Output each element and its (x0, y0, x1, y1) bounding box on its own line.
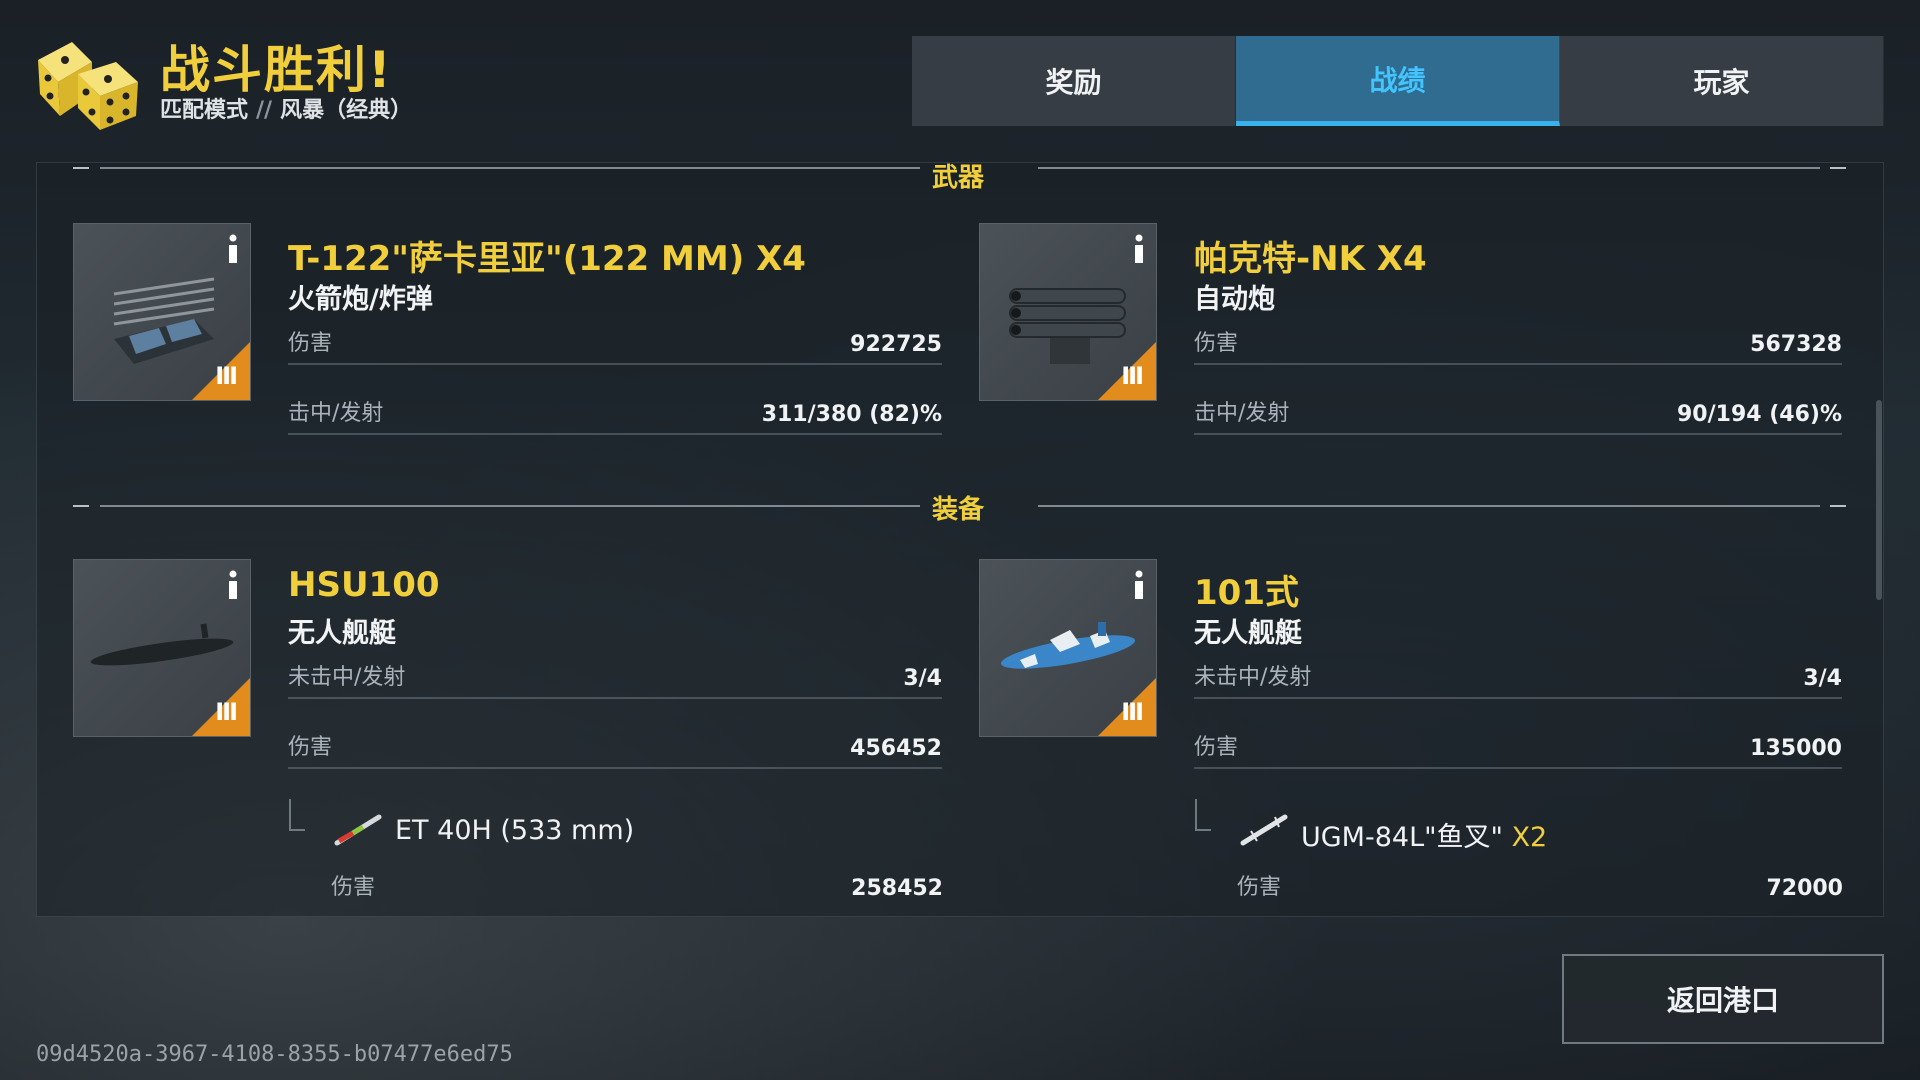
stat-row-hit-rate: 击中/发射 90/194 (46)% (1194, 395, 1842, 435)
section-title-weapons: 武器 (932, 163, 985, 193)
sub-item-name: UGM-84L"鱼叉" X2 (1301, 815, 1547, 854)
stat-label: 击中/发射 (1194, 401, 1290, 426)
stat-label: 伤害 (1194, 331, 1239, 356)
stat-label: 未击中/发射 (1194, 665, 1312, 690)
stat-row-hit-rate: 击中/发射 311/380 (82)% (288, 395, 942, 435)
equipment-thumbnail[interactable]: III (73, 559, 251, 737)
divider-line (1038, 167, 1820, 169)
stat-value: 90/194 (46)% (1677, 402, 1842, 427)
weapon-thumbnail[interactable]: III (979, 223, 1157, 401)
stat-row-damage: 伤害 456452 (288, 729, 942, 769)
divider-line (100, 167, 920, 169)
equipment-name: HSU100 (288, 565, 440, 605)
sub-item-label: ET 40H (533 mm) (395, 815, 635, 846)
stat-value: 456452 (850, 736, 942, 761)
tab-players[interactable]: 玩家 (1560, 36, 1884, 126)
stat-value: 567328 (1750, 332, 1842, 357)
stats-panel: 武器 III T-122"萨卡里亚"(122 MM) X4 火箭炮/炸弹 伤害 … (36, 162, 1884, 917)
sub-stat-row-damage: 伤害 258452 (331, 867, 943, 907)
missile-icon (1240, 814, 1288, 846)
tab-battle-stats[interactable]: 战绩 (1236, 36, 1560, 126)
stat-value: 922725 (850, 332, 942, 357)
stat-label: 伤害 (1237, 875, 1282, 900)
divider-dash (1830, 167, 1846, 169)
info-icon[interactable] (1132, 234, 1146, 264)
weapon-name: 帕克特-NK X4 (1194, 239, 1427, 279)
subtitle-separator: // (256, 98, 273, 123)
weapon-type: 自动炮 (1194, 284, 1275, 315)
tier-label: III (215, 362, 238, 390)
panel-scrollbar[interactable] (1876, 400, 1882, 600)
stat-value: 135000 (1750, 736, 1842, 761)
tier-label: III (1121, 362, 1144, 390)
weapon-type: 火箭炮/炸弹 (288, 284, 433, 315)
torpedo-icon (334, 814, 382, 846)
tree-branch (1195, 799, 1211, 831)
stat-value: 311/380 (82)% (761, 402, 942, 427)
divider-line (100, 505, 920, 507)
divider-dash (1830, 505, 1846, 507)
equipment-type: 无人舰艇 (1194, 618, 1302, 649)
divider-dash (73, 167, 89, 169)
section-title-equipment: 装备 (932, 495, 985, 525)
stat-value: 258452 (851, 876, 943, 901)
equipment-thumbnail[interactable]: III (979, 559, 1157, 737)
tab-rewards[interactable]: 奖励 (912, 36, 1236, 126)
tree-branch (289, 799, 305, 831)
tier-label: III (1121, 698, 1144, 726)
map-label: 风暴（经典） (280, 98, 413, 123)
stat-label: 击中/发射 (288, 401, 384, 426)
tier-label: III (215, 698, 238, 726)
divider-line (1038, 505, 1820, 507)
equipment-type: 无人舰艇 (288, 618, 396, 649)
stat-label: 伤害 (288, 331, 333, 356)
dice-logo-icon (38, 42, 138, 130)
stat-row-miss-rate: 未击中/发射 3/4 (288, 659, 942, 699)
stat-row-damage: 伤害 135000 (1194, 729, 1842, 769)
info-icon[interactable] (226, 234, 240, 264)
sub-item-multiplier: X2 (1511, 822, 1548, 853)
stat-row-damage: 伤害 567328 (1194, 325, 1842, 365)
divider-dash (73, 505, 89, 507)
stat-value: 3/4 (1803, 666, 1842, 691)
mode-label: 匹配模式 (160, 98, 249, 123)
info-icon[interactable] (1132, 570, 1146, 600)
sub-item-name: ET 40H (533 mm) (395, 815, 634, 846)
stat-row-damage: 伤害 922725 (288, 325, 942, 365)
weapon-thumbnail[interactable]: III (73, 223, 251, 401)
stat-row-miss-rate: 未击中/发射 3/4 (1194, 659, 1842, 699)
sub-item-label: UGM-84L"鱼叉" (1301, 822, 1503, 853)
stat-label: 伤害 (288, 735, 333, 760)
equipment-name: 101式 (1194, 573, 1299, 613)
weapon-name: T-122"萨卡里亚"(122 MM) X4 (288, 239, 806, 279)
session-id: 09d4520a-3967-4108-8355-b07477e6ed75 (36, 1042, 513, 1067)
result-tabs: 奖励 战绩 玩家 (912, 36, 1884, 126)
return-to-port-button[interactable]: 返回港口 (1562, 954, 1884, 1044)
info-icon[interactable] (226, 570, 240, 600)
sub-stat-row-damage: 伤害 72000 (1237, 867, 1843, 907)
stat-label: 伤害 (1194, 735, 1239, 760)
stat-label: 伤害 (331, 875, 376, 900)
stat-label: 未击中/发射 (288, 665, 406, 690)
stat-value: 3/4 (903, 666, 942, 691)
stat-value: 72000 (1766, 876, 1843, 901)
battle-mode-subtitle: 匹配模式 // 风暴（经典） (160, 92, 412, 124)
